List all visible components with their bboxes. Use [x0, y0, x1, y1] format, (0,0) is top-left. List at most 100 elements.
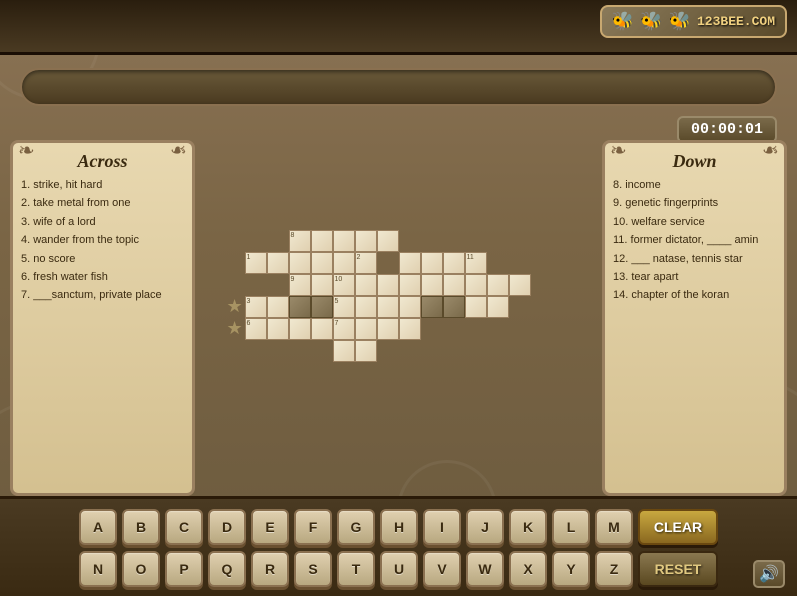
cell-r1c0[interactable]: 1 [245, 252, 267, 274]
clue-across-1: 1. strike, hit hard [21, 178, 184, 193]
reset-button[interactable]: RESET [638, 551, 718, 587]
key-Z[interactable]: Z [595, 551, 633, 587]
cell-r5c4[interactable] [333, 340, 355, 362]
cell-r1c1[interactable] [267, 252, 289, 274]
clue-down-14: 14. chapter of the koran [613, 288, 776, 303]
key-M[interactable]: M [595, 509, 633, 545]
key-R[interactable]: R [251, 551, 289, 587]
key-K[interactable]: K [509, 509, 547, 545]
key-F[interactable]: F [294, 509, 332, 545]
cell-r4c5[interactable] [355, 318, 377, 340]
clue-down-8: 8. income [613, 178, 776, 193]
cell-r3c1[interactable] [267, 296, 289, 318]
across-clues-panel: Across 1. strike, hit hard 2. take metal… [10, 140, 195, 496]
cell-r1c5[interactable]: 2 [355, 252, 377, 274]
logo-box: 🐝 🐝 🐝 123BEE.COM [600, 5, 787, 38]
key-W[interactable]: W [466, 551, 504, 587]
cell-r3c4[interactable]: 5 [333, 296, 355, 318]
cell-r3c5[interactable] [355, 296, 377, 318]
cell-r2c3[interactable] [311, 274, 333, 296]
cell-r2c9[interactable] [443, 274, 465, 296]
key-O[interactable]: O [122, 551, 160, 587]
cell-r0c6[interactable] [377, 230, 399, 252]
cell-r0c2[interactable]: 8 [289, 230, 311, 252]
cell-r4c2[interactable] [289, 318, 311, 340]
clue-down-13: 13. tear apart [613, 270, 776, 285]
cell-r1c8[interactable] [421, 252, 443, 274]
key-T[interactable]: T [337, 551, 375, 587]
cell-r1c4[interactable] [333, 252, 355, 274]
cell-r3c11[interactable] [487, 296, 509, 318]
clue-down-11: 11. former dictator, ____ amin [613, 233, 776, 248]
cell-r4c4[interactable]: 7 [333, 318, 355, 340]
sound-icon: 🔊 [759, 564, 779, 584]
clue-across-3: 3. wife of a lord [21, 215, 184, 230]
cell-r4c6[interactable] [377, 318, 399, 340]
cell-r4c0[interactable]: 6 [245, 318, 267, 340]
cell-r2c6[interactable] [377, 274, 399, 296]
bee-icon-3: 🐝 [669, 11, 691, 32]
bee-icon-1: 🐝 [612, 11, 634, 32]
key-D[interactable]: D [208, 509, 246, 545]
cell-r3c8-blocked [421, 296, 443, 318]
logo-text: 123BEE.COM [697, 14, 775, 29]
key-U[interactable]: U [380, 551, 418, 587]
clue-across-6: 6. fresh water fish [21, 270, 184, 285]
cell-r5c5[interactable] [355, 340, 377, 362]
across-title: Across [21, 151, 184, 172]
key-H[interactable]: H [380, 509, 418, 545]
cell-r3c9-blocked [443, 296, 465, 318]
key-J[interactable]: J [466, 509, 504, 545]
cell-r1c9[interactable] [443, 252, 465, 274]
key-Q[interactable]: Q [208, 551, 246, 587]
key-I[interactable]: I [423, 509, 461, 545]
cell-r2c7[interactable] [399, 274, 421, 296]
title-bar [20, 68, 777, 106]
key-A[interactable]: A [79, 509, 117, 545]
key-S[interactable]: S [294, 551, 332, 587]
cell-r3c3-blocked [311, 296, 333, 318]
cell-r1c3[interactable] [311, 252, 333, 274]
key-E[interactable]: E [251, 509, 289, 545]
cell-r4c1[interactable] [267, 318, 289, 340]
sound-area: 🔊 [753, 560, 785, 588]
key-P[interactable]: P [165, 551, 203, 587]
key-B[interactable]: B [122, 509, 160, 545]
cell-r4c7[interactable] [399, 318, 421, 340]
cell-r3c6[interactable] [377, 296, 399, 318]
sound-button[interactable]: 🔊 [753, 560, 785, 588]
clue-down-9: 9. genetic fingerprints [613, 196, 776, 211]
keyboard-area: A B C D E F G H I J K L M CLEAR N O P Q … [0, 496, 797, 596]
cell-r2c11[interactable] [487, 274, 509, 296]
cell-r0c4[interactable] [333, 230, 355, 252]
cell-r3c10[interactable] [465, 296, 487, 318]
key-N[interactable]: N [79, 551, 117, 587]
cell-r2c2[interactable]: 9 [289, 274, 311, 296]
key-L[interactable]: L [552, 509, 590, 545]
keyboard-row-1: A B C D E F G H I J K L M CLEAR [79, 509, 718, 545]
cell-r2c12[interactable] [509, 274, 531, 296]
cell-r1c2[interactable] [289, 252, 311, 274]
cell-r0c3[interactable] [311, 230, 333, 252]
key-G[interactable]: G [337, 509, 375, 545]
cell-r2c10[interactable] [465, 274, 487, 296]
cell-r3c7[interactable] [399, 296, 421, 318]
clue-across-4: 4. wander from the topic [21, 233, 184, 248]
clear-button[interactable]: CLEAR [638, 509, 718, 545]
cell-r2c5[interactable] [355, 274, 377, 296]
bee-icon-2: 🐝 [640, 11, 662, 32]
cell-r4c3[interactable] [311, 318, 333, 340]
cell-r1c10[interactable]: 11 [465, 252, 487, 274]
clue-down-10: 10. welfare service [613, 215, 776, 230]
key-V[interactable]: V [423, 551, 461, 587]
cell-r2c8[interactable] [421, 274, 443, 296]
cell-r3c0[interactable]: 3 [245, 296, 267, 318]
cell-r2c4[interactable]: 10 [333, 274, 355, 296]
key-X[interactable]: X [509, 551, 547, 587]
crossword-grid-area: 8 1 2 11 9 10 [205, 140, 592, 496]
key-C[interactable]: C [165, 509, 203, 545]
cell-r0c5[interactable] [355, 230, 377, 252]
key-Y[interactable]: Y [552, 551, 590, 587]
clue-across-2: 2. take metal from one [21, 196, 184, 211]
cell-r1c7[interactable] [399, 252, 421, 274]
